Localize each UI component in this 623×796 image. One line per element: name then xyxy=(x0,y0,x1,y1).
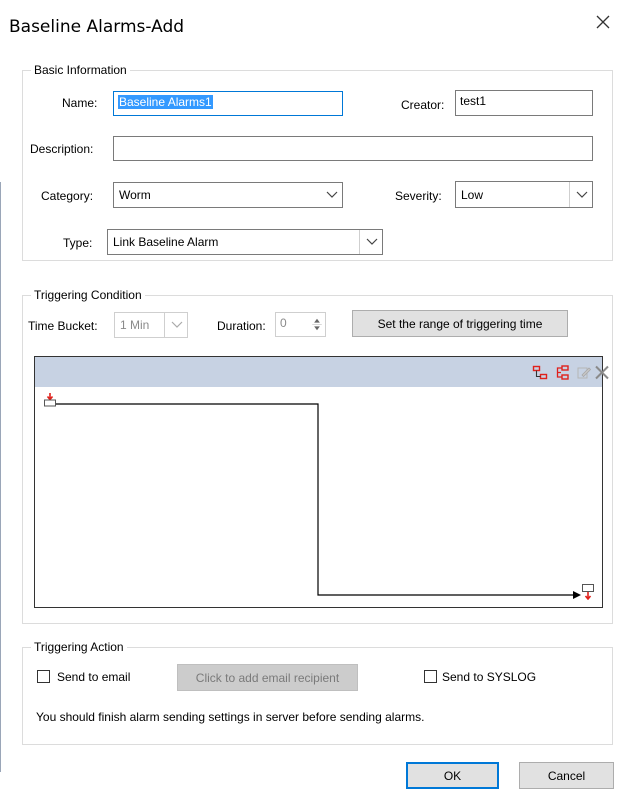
creator-input[interactable]: test1 xyxy=(455,90,593,116)
send-email-label[interactable]: Send to email xyxy=(57,670,130,684)
cancel-button[interactable]: Cancel xyxy=(519,762,614,789)
add-email-recipient-button[interactable]: Click to add email recipient xyxy=(177,664,358,691)
type-select[interactable]: Link Baseline Alarm xyxy=(107,229,383,255)
category-select[interactable]: Worm xyxy=(113,182,343,208)
chevron-down-icon xyxy=(576,191,588,198)
spin-arrows-icon[interactable] xyxy=(311,315,323,334)
start-node-icon[interactable] xyxy=(43,393,57,407)
select-divider xyxy=(164,313,165,337)
send-email-checkbox[interactable] xyxy=(37,670,50,683)
description-input[interactable] xyxy=(113,136,593,161)
creator-value: test1 xyxy=(460,94,487,108)
severity-value: Low xyxy=(461,187,484,202)
severity-label: Severity: xyxy=(395,189,442,203)
name-input[interactable]: Baseline Alarms1 xyxy=(113,91,343,116)
delete-icon[interactable] xyxy=(594,365,610,380)
basic-information-legend: Basic Information xyxy=(31,63,130,77)
condition-diagram[interactable] xyxy=(34,356,609,608)
description-label: Description: xyxy=(30,142,94,156)
triggering-action-group: Triggering Action xyxy=(22,640,613,745)
add-condition-icon[interactable] xyxy=(532,365,548,380)
type-label: Type: xyxy=(63,236,93,250)
chevron-down-icon xyxy=(366,238,378,245)
select-divider xyxy=(569,182,570,207)
send-syslog-checkbox[interactable] xyxy=(424,670,437,683)
time-bucket-value: 1 Min xyxy=(120,318,150,332)
flow-connector xyxy=(55,403,581,599)
window-edge xyxy=(0,182,1,772)
time-bucket-select[interactable]: 1 Min xyxy=(114,312,188,338)
sending-settings-note: You should finish alarm sending settings… xyxy=(36,710,425,724)
duration-stepper[interactable]: 0 xyxy=(275,312,326,337)
ok-button[interactable]: OK xyxy=(406,762,499,789)
name-value: Baseline Alarms1 xyxy=(118,95,213,109)
chevron-down-icon xyxy=(171,321,183,328)
severity-select[interactable]: Low xyxy=(455,181,593,208)
category-label: Category: xyxy=(41,189,94,203)
dialog-title: Baseline Alarms-Add xyxy=(9,17,185,37)
diagram-toolbar xyxy=(35,357,602,387)
chevron-down-icon xyxy=(326,191,338,198)
add-group-icon[interactable] xyxy=(554,365,570,380)
name-label: Name: xyxy=(62,96,98,110)
time-bucket-label: Time Bucket: xyxy=(28,319,98,333)
end-node-icon[interactable] xyxy=(581,584,595,600)
duration-label: Duration: xyxy=(217,319,266,333)
edit-icon[interactable] xyxy=(576,365,592,380)
set-range-button[interactable]: Set the range of triggering time xyxy=(352,310,568,337)
category-value: Worm xyxy=(119,188,151,202)
select-divider xyxy=(359,230,360,254)
duration-value: 0 xyxy=(280,316,287,330)
triggering-condition-legend: Triggering Condition xyxy=(31,288,145,302)
creator-label: Creator: xyxy=(401,98,445,112)
send-syslog-label[interactable]: Send to SYSLOG xyxy=(442,670,536,684)
close-icon[interactable] xyxy=(593,12,613,32)
triggering-action-legend: Triggering Action xyxy=(31,640,127,654)
type-value: Link Baseline Alarm xyxy=(113,235,219,249)
